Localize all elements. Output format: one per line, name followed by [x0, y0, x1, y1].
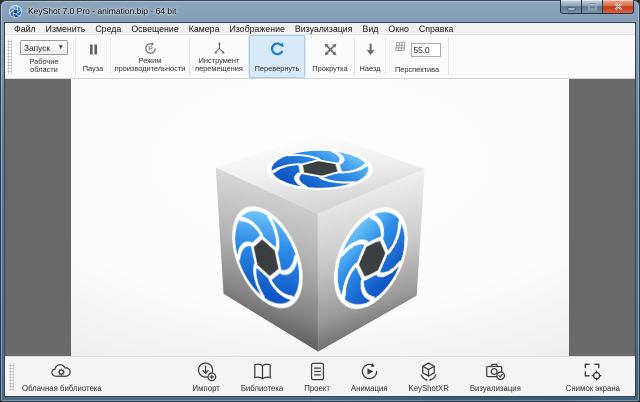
render-button[interactable]: Визуализация [463, 360, 528, 393]
workspace-dropdown[interactable]: Запуск ▼ [20, 40, 68, 55]
menu-lighting[interactable]: Освещение [127, 24, 182, 34]
menu-view[interactable]: Вид [359, 24, 383, 34]
render-icon [484, 360, 507, 383]
menu-window[interactable]: Окно [384, 24, 412, 34]
main-toolbar: Запуск ▼ Рабочие области Пауза P [5, 35, 635, 79]
keyshot-app-icon [9, 5, 22, 18]
keyshot-window: KeyShot 7.0 Pro - animation.bip - 64 bit… [0, 0, 640, 402]
library-button[interactable]: Библиотека [234, 360, 290, 393]
performance-mode-button[interactable]: P Режим производительности [111, 35, 189, 78]
dolly-button[interactable]: Наезд [355, 35, 385, 78]
screenshot-icon [581, 360, 604, 383]
window-controls [560, 0, 634, 14]
animation-button[interactable]: Анимация [344, 360, 395, 393]
menu-image[interactable]: Изображение [225, 24, 288, 34]
toolbar-separator [448, 38, 449, 75]
animation-icon [358, 360, 381, 383]
pan-button[interactable]: Прокрутка [306, 35, 354, 78]
window-title: KeyShot 7.0 Pro - animation.bip - 64 bit [28, 6, 176, 16]
workspace-section: Запуск ▼ Рабочие области [13, 35, 75, 78]
keyshot-logo-cube [272, 149, 375, 322]
project-button[interactable]: Проект [297, 360, 337, 393]
menu-help[interactable]: Справка [415, 24, 458, 34]
project-icon [306, 360, 329, 383]
titlebar[interactable]: KeyShot 7.0 Pro - animation.bip - 64 bit [0, 0, 640, 22]
chevron-down-icon: ▼ [58, 44, 64, 51]
minimize-button[interactable] [560, 0, 581, 14]
menu-environment[interactable]: Среда [91, 24, 125, 34]
perspective-input[interactable] [411, 43, 441, 57]
keyshotxr-icon [417, 360, 440, 383]
toolbar-drag-handle[interactable] [7, 39, 12, 74]
maximize-icon [588, 2, 597, 11]
close-icon [614, 2, 623, 11]
canvas-area [5, 79, 635, 356]
minimize-icon [567, 3, 576, 11]
menu-edit[interactable]: Изменить [42, 24, 90, 34]
perspective-icon [394, 40, 408, 59]
render-viewport[interactable] [71, 79, 569, 356]
maximize-button[interactable] [581, 0, 603, 14]
pause-icon [87, 41, 100, 57]
tumble-button[interactable]: Перевернуть [249, 35, 305, 78]
move-tool-icon [212, 41, 227, 57]
library-icon [251, 360, 274, 383]
performance-mode-icon: P [143, 41, 158, 57]
pan-icon [323, 41, 338, 57]
svg-text:P: P [148, 46, 153, 53]
tumble-icon [269, 41, 285, 57]
import-icon [195, 360, 218, 383]
menu-file[interactable]: Файл [10, 24, 40, 34]
keyshot-aperture-logo [253, 144, 392, 197]
bottom-toolbar: Облачная библиотека Импорт [5, 356, 635, 396]
menubar: Файл Изменить Среда Освещение Камера Изо… [5, 23, 635, 35]
keyshotxr-button[interactable]: KeyShotXR [402, 360, 456, 393]
import-button[interactable]: Импорт [186, 360, 227, 393]
cloud-library-button[interactable]: Облачная библиотека [15, 360, 109, 393]
move-tool-button[interactable]: Инструмент перемещения [190, 35, 248, 78]
screenshot-button[interactable]: Снимок экрана [559, 360, 627, 393]
close-button[interactable] [603, 0, 634, 14]
workspace-label: Рабочие области [17, 58, 71, 75]
pause-button[interactable]: Пауза [76, 35, 110, 78]
perspective-label: Перспектива [395, 66, 439, 75]
menu-render[interactable]: Визуализация [291, 24, 357, 34]
app-content: Файл Изменить Среда Освещение Камера Изо… [4, 22, 636, 397]
workspace-dropdown-value: Запуск [24, 43, 50, 53]
cloud-library-icon [50, 360, 73, 383]
dolly-icon [363, 41, 378, 57]
toolbar-drag-handle[interactable] [9, 363, 14, 391]
menu-camera[interactable]: Камера [185, 24, 224, 34]
perspective-section: Перспектива [386, 35, 448, 78]
